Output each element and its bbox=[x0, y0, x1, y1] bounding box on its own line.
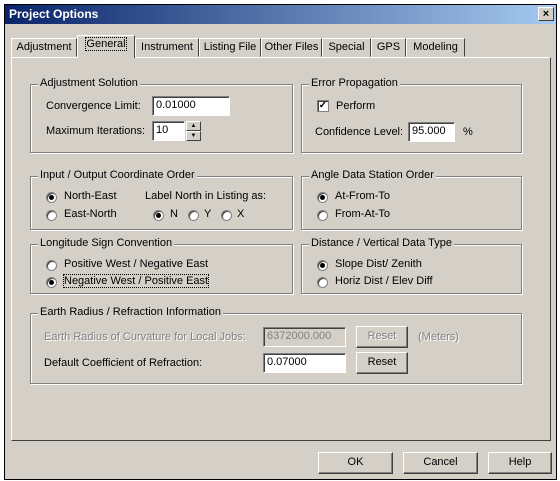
positive-west-label: Positive West / Negative East bbox=[64, 258, 209, 270]
checkmark-icon: ✓ bbox=[318, 100, 328, 111]
confidence-unit: % bbox=[463, 126, 473, 138]
negative-west-label: Negative West / Positive East bbox=[62, 274, 210, 288]
spin-up-icon[interactable]: ▲ bbox=[186, 121, 201, 131]
radio-label-x[interactable] bbox=[221, 210, 232, 221]
radio-label-n[interactable] bbox=[153, 210, 164, 221]
tab-instrument[interactable]: Instrument bbox=[135, 38, 199, 57]
east-north-label: East-North bbox=[64, 208, 117, 220]
angle-order-group: Angle Data Station Order At-From-To From… bbox=[301, 169, 522, 230]
adjustment-solution-legend: Adjustment Solution bbox=[38, 77, 140, 89]
radio-dot bbox=[156, 213, 161, 218]
reset-refraction-button[interactable]: Reset bbox=[356, 352, 408, 374]
coordinate-order-legend: Input / Output Coordinate Order bbox=[38, 169, 197, 181]
radio-east-north[interactable] bbox=[46, 210, 57, 221]
ok-button[interactable]: OK bbox=[318, 452, 393, 474]
earth-radius-label: Earth Radius of Curvature for Local Jobs… bbox=[44, 331, 246, 343]
close-button[interactable]: × bbox=[538, 7, 554, 21]
distance-type-legend: Distance / Vertical Data Type bbox=[309, 237, 455, 249]
north-east-label: North-East bbox=[64, 190, 117, 202]
confidence-level-input[interactable]: 95.000 bbox=[408, 122, 455, 142]
radio-dot bbox=[49, 280, 54, 285]
coordinate-order-group: Input / Output Coordinate Order North-Ea… bbox=[30, 169, 293, 230]
tab-modeling[interactable]: Modeling bbox=[406, 38, 465, 57]
radio-positive-west[interactable] bbox=[46, 260, 57, 271]
tab-other-files[interactable]: Other Files bbox=[261, 38, 322, 57]
meters-label: (Meters) bbox=[418, 331, 459, 343]
perform-checkbox[interactable]: ✓ bbox=[317, 100, 329, 112]
radio-at-from-to[interactable] bbox=[317, 192, 328, 203]
earth-radius-legend: Earth Radius / Refraction Information bbox=[38, 306, 223, 318]
reset-radius-button[interactable]: Reset bbox=[356, 326, 408, 348]
earth-radius-group: Earth Radius / Refraction Information Ea… bbox=[30, 306, 522, 384]
title-bar[interactable]: Project Options × bbox=[5, 5, 556, 24]
cancel-button[interactable]: Cancel bbox=[403, 452, 478, 474]
radio-dot bbox=[49, 195, 54, 200]
longitude-sign-legend: Longitude Sign Convention bbox=[38, 237, 175, 249]
error-propagation-group: Error Propagation ✓ Perform Confidence L… bbox=[301, 77, 522, 153]
radio-negative-west[interactable] bbox=[46, 277, 57, 288]
maximum-iterations-input[interactable]: 10 bbox=[152, 121, 185, 141]
distance-type-group: Distance / Vertical Data Type Slope Dist… bbox=[301, 237, 522, 294]
tab-adjustment[interactable]: Adjustment bbox=[11, 38, 77, 57]
tab-listing-file[interactable]: Listing File bbox=[199, 38, 261, 57]
radio-dot bbox=[320, 263, 325, 268]
adjustment-solution-group: Adjustment Solution Convergence Limit: 0… bbox=[30, 77, 293, 153]
general-tab-panel: Adjustment Solution Convergence Limit: 0… bbox=[11, 57, 551, 441]
label-north-label: Label North in Listing as: bbox=[145, 190, 267, 202]
tab-general-label: General bbox=[85, 37, 127, 51]
tab-gps[interactable]: GPS bbox=[371, 38, 406, 57]
horiz-elev-label: Horiz Dist / Elev Diff bbox=[335, 275, 433, 287]
refraction-input[interactable]: 0.07000 bbox=[263, 353, 346, 373]
iterations-spinner[interactable]: ▲ ▼ bbox=[186, 121, 201, 141]
tab-special[interactable]: Special bbox=[322, 38, 371, 57]
label-n: N bbox=[170, 208, 178, 220]
radio-dot bbox=[320, 195, 325, 200]
radio-horiz-elev[interactable] bbox=[317, 277, 328, 288]
longitude-sign-group: Longitude Sign Convention Positive West … bbox=[30, 237, 293, 294]
spin-down-icon[interactable]: ▼ bbox=[186, 131, 201, 141]
dialog-title: Project Options bbox=[9, 7, 99, 21]
convergence-limit-input[interactable]: 0.01000 bbox=[152, 96, 230, 116]
error-propagation-legend: Error Propagation bbox=[309, 77, 400, 89]
perform-label: Perform bbox=[336, 100, 376, 112]
radio-north-east[interactable] bbox=[46, 192, 57, 203]
at-from-to-label: At-From-To bbox=[335, 190, 390, 202]
label-y: Y bbox=[204, 208, 212, 220]
earth-radius-input[interactable]: 6372000.000 bbox=[263, 327, 346, 347]
tab-general[interactable]: General bbox=[77, 35, 135, 58]
convergence-limit-label: Convergence Limit: bbox=[46, 100, 141, 112]
label-x: X bbox=[237, 208, 245, 220]
maximum-iterations-label: Maximum Iterations: bbox=[46, 125, 146, 137]
slope-zenith-label: Slope Dist/ Zenith bbox=[335, 258, 422, 270]
radio-slope-zenith[interactable] bbox=[317, 260, 328, 271]
help-button[interactable]: Help bbox=[488, 452, 552, 474]
radio-from-at-to[interactable] bbox=[317, 210, 328, 221]
project-options-dialog: Project Options × Adjustment General Ins… bbox=[4, 4, 557, 480]
from-at-to-label: From-At-To bbox=[335, 208, 390, 220]
angle-order-legend: Angle Data Station Order bbox=[309, 169, 436, 181]
confidence-level-label: Confidence Level: bbox=[315, 126, 404, 138]
radio-label-y[interactable] bbox=[188, 210, 199, 221]
refraction-label: Default Coefficient of Refraction: bbox=[44, 357, 203, 369]
